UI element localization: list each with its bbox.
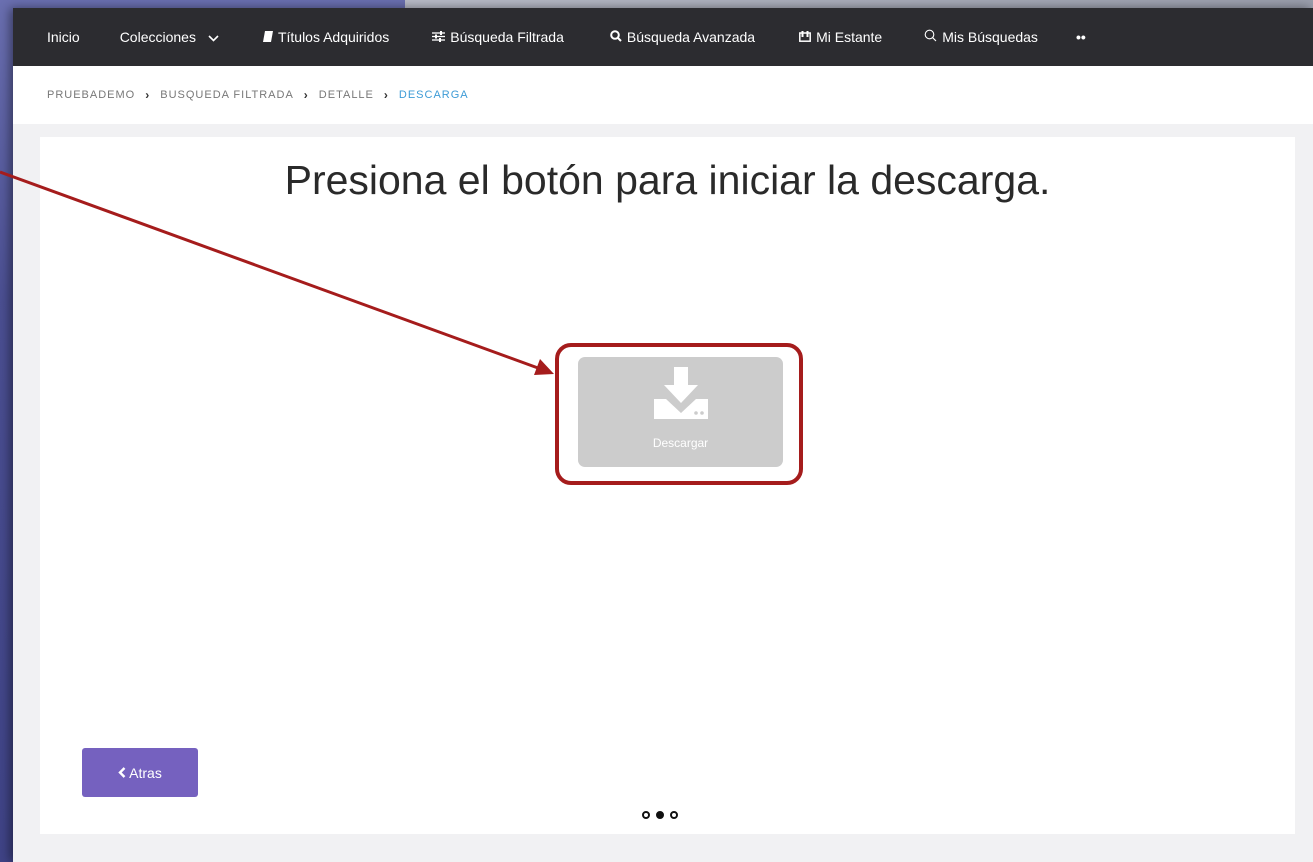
browser-page: Inicio Colecciones Títulos Adquiridos Bú… — [13, 8, 1313, 862]
window-edge — [405, 0, 1313, 8]
search-outline-icon — [924, 29, 937, 45]
download-panel: Presiona el botón para iniciar la descar… — [40, 137, 1295, 834]
nav-titulos-adquiridos[interactable]: Títulos Adquiridos — [262, 29, 390, 45]
chevron-down-icon — [208, 29, 219, 45]
pager-dots — [642, 811, 678, 819]
nav-busqueda-avanzada[interactable]: Búsqueda Avanzada — [610, 29, 755, 45]
nav-busqueda-avanzada-label: Búsqueda Avanzada — [626, 29, 756, 45]
nav-colecciones[interactable]: Colecciones — [120, 29, 219, 45]
pager-dot-3[interactable] — [670, 811, 678, 819]
breadcrumb: PRUEBADEMO › BUSQUEDA FILTRADA › DETALLE… — [13, 66, 1313, 124]
nav-inicio-label: Inicio — [47, 29, 80, 45]
nav-more-button[interactable]: •• — [1076, 29, 1086, 45]
chevron-right-icon: › — [145, 88, 151, 102]
nav-titulos-label: Títulos Adquiridos — [277, 29, 390, 45]
pager-dot-2-active[interactable] — [656, 811, 664, 819]
sliders-icon — [432, 30, 446, 45]
search-icon — [610, 29, 622, 45]
nav-busqueda-filtrada-label: Búsqueda Filtrada — [450, 29, 564, 45]
top-navbar: Inicio Colecciones Títulos Adquiridos Bú… — [13, 8, 1313, 66]
download-button[interactable]: Descargar — [578, 357, 783, 467]
chevron-right-icon: › — [383, 88, 389, 102]
chevron-left-icon — [118, 765, 126, 781]
pager-dot-1[interactable] — [642, 811, 650, 819]
back-button-label: Atras — [129, 764, 162, 781]
nav-inicio[interactable]: Inicio — [47, 29, 80, 45]
more-icon: •• — [1075, 29, 1086, 45]
page-title: Presiona el botón para iniciar la descar… — [284, 157, 1051, 203]
nav-mis-busquedas[interactable]: Mis Búsquedas — [924, 29, 1038, 45]
nav-colecciones-label: Colecciones — [119, 29, 196, 45]
breadcrumb-item-pruebademo[interactable]: PRUEBADEMO — [47, 89, 135, 101]
download-button-label: Descargar — [652, 436, 709, 450]
back-button[interactable]: Atras — [82, 748, 198, 797]
nav-mi-estante-label: Mi Estante — [816, 29, 883, 45]
shelf-icon — [799, 30, 812, 45]
download-icon — [652, 367, 710, 430]
breadcrumb-item-detalle[interactable]: DETALLE — [319, 89, 374, 101]
chevron-right-icon: › — [303, 88, 309, 102]
book-icon — [262, 30, 273, 45]
breadcrumb-item-descarga: DESCARGA — [398, 89, 469, 101]
nav-busqueda-filtrada[interactable]: Búsqueda Filtrada — [432, 29, 564, 45]
breadcrumb-item-busqueda-filtrada[interactable]: BUSQUEDA FILTRADA — [160, 89, 294, 101]
nav-mi-estante[interactable]: Mi Estante — [799, 29, 882, 45]
nav-mis-busquedas-label: Mis Búsquedas — [942, 29, 1038, 45]
